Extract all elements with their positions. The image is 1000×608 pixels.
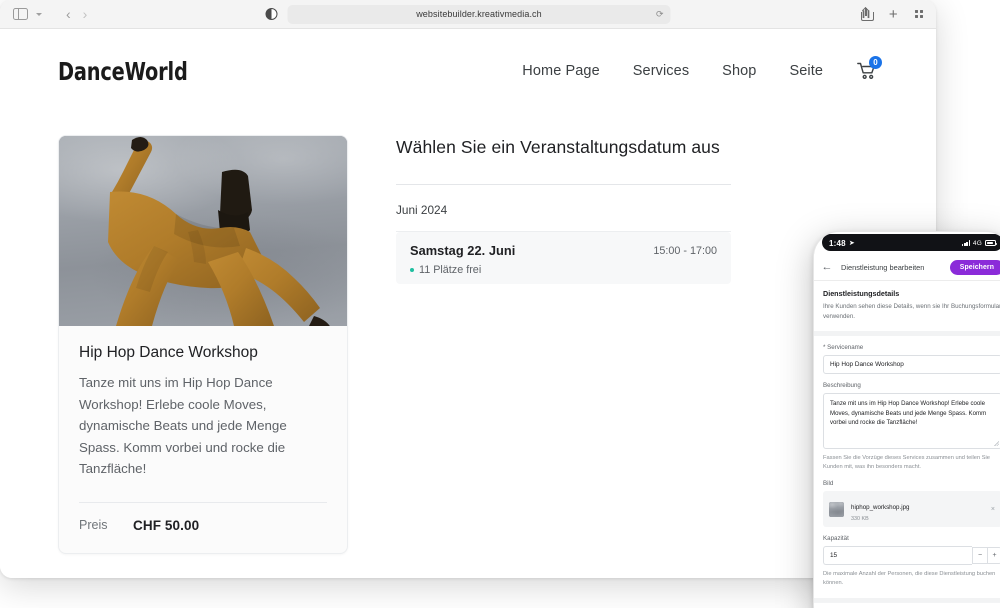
nav-item-home-page[interactable]: Home Page	[522, 63, 599, 79]
product-title: Hip Hop Dance Workshop	[79, 344, 258, 361]
nav-item-services[interactable]: Services	[633, 63, 689, 79]
price-label: Preis	[79, 518, 108, 533]
product-info: Hip Hop Dance Workshop Tanze mit uns im …	[59, 326, 347, 484]
resize-handle-icon[interactable]	[994, 441, 999, 447]
address-bar-group: websitebuilder.kreativmedia.ch ⟳	[265, 4, 671, 24]
capacity-decrement-button[interactable]: −	[972, 547, 987, 565]
tab-overview-icon[interactable]	[914, 9, 923, 19]
battery-icon	[985, 240, 998, 246]
product-description: Tanze mit uns im Hip Hop Dance Workshop!…	[79, 375, 287, 477]
status-left: 1:48 ➤	[829, 239, 855, 248]
save-button[interactable]: Speichern	[949, 259, 1000, 275]
uploaded-file-row[interactable]: hiphop_workshop.jpg 330 KB ×	[823, 491, 1000, 528]
browser-window: ‹ › websitebuilder.kreativmedia.ch ⟳ + D…	[0, 0, 936, 578]
slot-left: Samstag 22. Juni 11 Plätze frei	[410, 243, 515, 276]
forward-button[interactable]: ›	[80, 7, 91, 21]
section-form-fields: * Servicename Hip Hop Dance Workshop Bes…	[814, 336, 1000, 598]
slot-date: Samstag 22. Juni	[410, 243, 516, 258]
nav-item-seite[interactable]: Seite	[789, 63, 823, 79]
service-name-input[interactable]: Hip Hop Dance Workshop	[823, 355, 1000, 375]
reload-icon[interactable]: ⟳	[656, 9, 664, 20]
capacity-increment-button[interactable]: +	[987, 547, 1000, 565]
booking-heading-divider	[396, 184, 731, 185]
website-viewport: DanceWorld Home Page Services Shop Seite…	[0, 29, 936, 578]
phone-status-bar: 1:48 ➤ 4G	[814, 232, 1000, 254]
address-bar[interactable]: websitebuilder.kreativmedia.ch ⟳	[287, 4, 671, 24]
product-price-row: Preis CHF 50.00	[59, 503, 347, 553]
browser-toolbar: ‹ › websitebuilder.kreativmedia.ch ⟳ +	[0, 0, 936, 29]
new-tab-button[interactable]: +	[889, 7, 898, 22]
file-name: hiphop_workshop.jpg	[851, 504, 910, 512]
details-heading: Dienstleistungsdetails	[823, 289, 900, 298]
cart-button[interactable]: 0	[856, 56, 882, 81]
network-label: 4G	[972, 239, 982, 247]
phone-app-bar: ← Dienstleistung bearbeiten Speichern	[814, 254, 1000, 281]
site-header: DanceWorld Home Page Services Shop Seite…	[0, 29, 936, 97]
image-label: Bild	[823, 480, 834, 488]
file-thumbnail	[829, 501, 844, 517]
app-bar-title: Dienstleistung bearbeiten	[841, 262, 925, 272]
sidebar-toggle-icon[interactable]	[13, 7, 28, 21]
field-service-name: * Servicename Hip Hop Dance Workshop	[823, 344, 1000, 375]
back-button[interactable]: ‹	[63, 7, 74, 21]
capacity-input[interactable]: 15	[823, 546, 972, 566]
capacity-label: Kapazität	[823, 535, 849, 543]
booking-panel: Wählen Sie ein Veranstaltungsdatum aus J…	[396, 135, 731, 554]
site-logo[interactable]: DanceWorld	[58, 57, 188, 86]
phone-mockup: 1:48 ➤ 4G ← Dienstleistung bearbeiten Sp…	[813, 231, 1000, 608]
booking-heading: Wählen Sie ein Veranstaltungsdatum aus	[396, 137, 720, 157]
booking-slot-row[interactable]: Samstag 22. Juni 11 Plätze frei 15:00 - …	[396, 232, 731, 284]
description-help-text: Fassen Sie die Vorzüge dieses Services z…	[823, 455, 990, 471]
product-image	[59, 136, 347, 326]
back-arrow-icon[interactable]: ←	[821, 261, 833, 273]
product-card: Hip Hop Dance Workshop Tanze mit uns im …	[58, 135, 348, 554]
field-image: Bild hiphop_workshop.jpg 330 KB ×	[823, 480, 1000, 528]
availability-dot-icon	[410, 268, 414, 272]
slot-availability: 11 Plätze frei	[410, 264, 515, 276]
price-value: CHF 50.00	[133, 517, 200, 533]
description-value: Tanze mit uns im Hip Hop Dance Workshop!…	[830, 400, 987, 427]
url-text: websitebuilder.kreativmedia.ch	[416, 9, 542, 19]
file-size: 330 KB	[851, 516, 869, 523]
share-icon[interactable]	[860, 6, 874, 21]
phone-form-scroll[interactable]: Dienstleistungsdetails Ihre Kunden sehen…	[814, 281, 1000, 608]
cart-count-badge: 0	[869, 56, 882, 69]
location-arrow-icon: ➤	[848, 240, 855, 247]
section-info-sheet: Kundeninformationsblatt Dieses Dokument …	[814, 602, 1000, 608]
description-label: Beschreibung	[823, 382, 861, 390]
screenshot-root: ‹ › websitebuilder.kreativmedia.ch ⟳ + D…	[0, 0, 1000, 608]
slot-availability-text: 11 Plätze frei	[419, 264, 482, 276]
details-subtext: Ihre Kunden sehen diese Details, wenn si…	[823, 303, 1000, 321]
signal-bars-icon	[961, 240, 970, 246]
field-capacity: Kapazität 15 − + Die maximale Anzahl der…	[823, 535, 1000, 588]
capacity-stepper: 15 − +	[823, 546, 1000, 566]
status-time: 1:48	[829, 238, 846, 248]
nav-item-shop[interactable]: Shop	[722, 63, 756, 79]
remove-file-icon[interactable]: ×	[991, 506, 995, 513]
file-meta: hiphop_workshop.jpg 330 KB	[851, 496, 909, 522]
slot-time: 15:00 - 17:00	[653, 245, 717, 257]
capacity-help-text: Die maximale Anzahl der Personen, die di…	[823, 571, 996, 587]
dancer-silhouette	[108, 137, 330, 326]
status-right: 4G	[961, 239, 998, 247]
description-textarea[interactable]: Tanze mit uns im Hip Hop Dance Workshop!…	[823, 393, 1000, 450]
toolbar-right-group: +	[860, 6, 923, 22]
section-service-details: Dienstleistungsdetails Ihre Kunden sehen…	[814, 281, 1000, 332]
service-name-label: * Servicename	[823, 344, 864, 352]
reader-mode-icon[interactable]	[265, 8, 278, 20]
site-navigation: Home Page Services Shop Seite 0	[522, 56, 882, 81]
site-main: Hip Hop Dance Workshop Tanze mit uns im …	[0, 97, 936, 554]
booking-month-label: Juni 2024	[396, 203, 448, 217]
chevron-down-icon[interactable]	[34, 12, 42, 16]
toolbar-left-group: ‹ ›	[0, 7, 90, 21]
field-description: Beschreibung Tanze mit uns im Hip Hop Da…	[823, 382, 1000, 472]
